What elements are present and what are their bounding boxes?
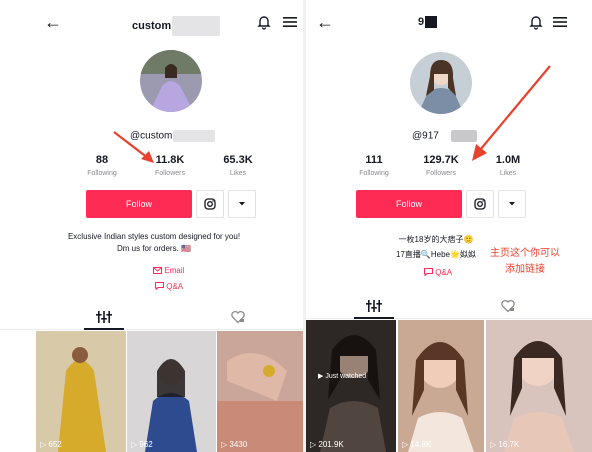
video-thumbnail[interactable]: ▷ 16.7K <box>486 320 592 452</box>
redacted-blur <box>450 130 477 142</box>
redacted-blur <box>172 16 221 36</box>
stat-label: Followers <box>155 170 185 177</box>
video-grid: ▷ 652 ▷ 962 ▷ 3430 <box>0 331 304 452</box>
stat-following[interactable]: 111 Following <box>344 154 404 177</box>
video-thumbnail[interactable]: ▷ 652 <box>36 331 126 452</box>
stat-followers[interactable]: 11.8K Followers <box>140 154 200 177</box>
header-username-text: 9 <box>418 16 425 28</box>
annotation-text: 主页这个你可以 添加链接 <box>490 246 560 278</box>
redacted-blur <box>173 130 216 142</box>
stat-label: Likes <box>229 170 247 177</box>
view-count-text: 16.7K <box>498 440 520 449</box>
profile-right: ← 9 @917 111 Following 129.7K Followers <box>306 0 592 452</box>
video-thumbnail[interactable]: ▶ Just watched ▷ 201.9K <box>306 320 396 452</box>
email-icon <box>153 267 162 274</box>
stat-label: Likes <box>499 170 517 177</box>
header-username: 9 <box>418 16 438 29</box>
qa-icon <box>424 268 433 277</box>
header-username: custom <box>132 16 221 36</box>
instagram-icon <box>474 198 486 210</box>
email-link[interactable]: Email <box>153 266 184 275</box>
handle-text: @917 <box>412 130 439 142</box>
handle-text: @custom <box>130 130 173 142</box>
header: ← 9 <box>306 0 592 44</box>
just-watched-label: ▶ Just watched <box>318 373 367 380</box>
stat-followers[interactable]: 129.7K Followers <box>411 154 471 177</box>
stat-value: 111 <box>365 154 383 166</box>
just-watched-text: Just watched <box>325 373 367 380</box>
view-count: ▷ 16.7K <box>490 440 520 449</box>
annotation-line: 主页这个你可以 <box>490 248 560 259</box>
view-count: ▷ 201.9K <box>310 440 344 449</box>
more-dropdown-button[interactable] <box>228 190 256 218</box>
header: ← custom <box>0 0 304 44</box>
bio-line: 17直播🔍Hebe🌟姒姒 <box>396 250 476 259</box>
view-count: ▷ 652 <box>40 440 62 449</box>
video-thumbnail[interactable]: ▷ 962 <box>127 331 216 452</box>
redacted-block <box>425 16 438 29</box>
profile-handle: @custom <box>130 130 216 142</box>
view-count-text: 3430 <box>229 440 248 449</box>
header-username-text: custom <box>132 19 172 32</box>
instagram-button[interactable] <box>196 190 224 218</box>
view-count-text: 652 <box>48 440 62 449</box>
qa-link-label: Q&A <box>166 282 184 291</box>
back-arrow-icon[interactable]: ← <box>44 12 62 32</box>
stat-label: Followers <box>426 170 456 177</box>
profile-left: ← custom @custom 88 Following 11.8K Foll… <box>0 0 304 452</box>
more-dropdown-button[interactable] <box>498 190 526 218</box>
view-count-text: 201.9K <box>318 440 344 449</box>
active-tab-indicator <box>354 317 394 319</box>
bell-icon[interactable] <box>528 14 544 30</box>
menu-icon[interactable] <box>552 14 568 30</box>
view-count-text: 14.8K <box>410 440 432 449</box>
stat-value: 65.3K <box>223 154 253 166</box>
view-count: ▷ 3430 <box>221 440 248 449</box>
videos-tab-icon[interactable] <box>366 299 382 313</box>
video-thumbnail[interactable]: ▷ 3430 <box>217 331 304 452</box>
menu-icon[interactable] <box>282 14 298 30</box>
view-count: ▷ 962 <box>131 440 153 449</box>
stat-likes[interactable]: 65.3K Likes <box>208 154 268 177</box>
profile-handle: @917 <box>412 130 477 142</box>
view-count: ▷ 14.8K <box>402 440 432 449</box>
instagram-icon <box>204 198 216 210</box>
follow-button[interactable]: Follow <box>356 190 462 218</box>
annotation-line: 添加链接 <box>505 264 545 275</box>
qa-link-label: Q&A <box>435 268 453 277</box>
avatar[interactable] <box>140 50 202 112</box>
qa-link[interactable]: Q&A <box>424 268 452 277</box>
video-thumbnail[interactable]: ▷ 14.8K <box>398 320 484 452</box>
avatar[interactable] <box>410 52 472 114</box>
stat-label: Following <box>359 170 389 177</box>
liked-tab-icon[interactable] <box>230 310 246 324</box>
view-count-text: 962 <box>139 440 153 449</box>
bio-line: 一枚18岁的大痞子🙂 <box>398 235 474 244</box>
profile-bio: Exclusive Indian styles custom designed … <box>67 232 241 253</box>
stat-value: 88 <box>95 154 109 166</box>
profile-bio: 一枚18岁的大痞子🙂 17直播🔍Hebe🌟姒姒 <box>366 234 506 261</box>
video-grid: ▶ Just watched ▷ 201.9K ▷ 14.8K ▷ 16.7K <box>306 320 592 452</box>
active-tab-indicator <box>84 328 124 330</box>
dropdown-icon <box>239 202 245 206</box>
stat-label: Following <box>87 170 117 177</box>
back-arrow-icon[interactable]: ← <box>316 12 334 32</box>
videos-tab-icon[interactable] <box>96 310 112 324</box>
profile-tabs <box>0 306 304 330</box>
stat-value: 11.8K <box>155 154 185 166</box>
stat-value: 1.0M <box>495 154 521 166</box>
qa-icon <box>155 282 164 291</box>
stat-likes[interactable]: 1.0M Likes <box>478 154 538 177</box>
qa-link[interactable]: Q&A <box>155 282 183 291</box>
dropdown-icon <box>509 202 515 206</box>
stat-value: 129.7K <box>423 154 459 166</box>
liked-tab-icon[interactable] <box>500 299 516 313</box>
bell-icon[interactable] <box>256 14 272 30</box>
annotation-arrow <box>472 65 551 161</box>
profile-tabs <box>306 295 592 319</box>
stat-following[interactable]: 88 Following <box>72 154 132 177</box>
email-link-label: Email <box>164 266 185 275</box>
instagram-button[interactable] <box>466 190 494 218</box>
follow-button[interactable]: Follow <box>86 190 192 218</box>
